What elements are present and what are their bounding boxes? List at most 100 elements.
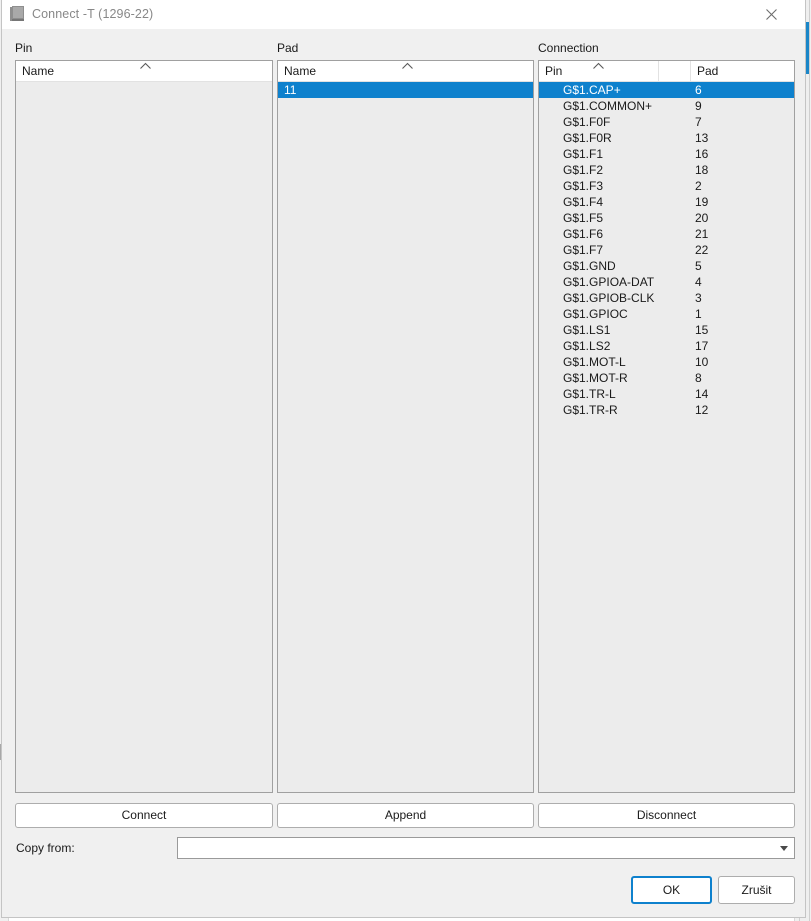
- connection-row-pad: 10: [695, 354, 785, 370]
- table-row[interactable]: G$1.F621: [539, 226, 794, 242]
- table-row[interactable]: G$1.TR-R12: [539, 402, 794, 418]
- connection-row-pad: 6: [695, 82, 785, 98]
- table-row[interactable]: G$1.F722: [539, 242, 794, 258]
- connection-row-pad: 5: [695, 258, 785, 274]
- table-row[interactable]: G$1.MOT-L10: [539, 354, 794, 370]
- connection-row-pin: G$1.F5: [539, 210, 708, 226]
- pad-list[interactable]: Name 11: [277, 60, 534, 793]
- table-row[interactable]: G$1.LS115: [539, 322, 794, 338]
- table-row[interactable]: G$1.F419: [539, 194, 794, 210]
- connection-column-header-pad[interactable]: Pad: [691, 61, 794, 81]
- connection-row-pad: 15: [695, 322, 785, 338]
- table-row[interactable]: G$1.F0F7: [539, 114, 794, 130]
- connection-list-header: Pin Pad: [539, 61, 794, 82]
- pad-list-body: 11: [278, 82, 533, 98]
- close-icon[interactable]: [750, 0, 794, 29]
- connection-row-pad: 14: [695, 386, 785, 402]
- pin-group-label: Pin: [15, 41, 32, 55]
- connection-row-pad: 19: [695, 194, 785, 210]
- list-item-name: 11: [278, 82, 296, 98]
- table-row[interactable]: G$1.GPIOA-DAT4: [539, 274, 794, 290]
- pin-column-header-name-label: Name: [22, 64, 54, 78]
- pin-list-header: Name: [16, 61, 272, 82]
- connection-row-pin: G$1.GPIOB-CLK: [539, 290, 708, 306]
- connection-row-pin: G$1.F7: [539, 242, 708, 258]
- connection-row-pad: 13: [695, 130, 785, 146]
- list-item[interactable]: 11: [278, 82, 533, 98]
- pad-group-label: Pad: [277, 41, 298, 55]
- connection-row-pin: G$1.LS2: [539, 338, 708, 354]
- connection-row-pad: 1: [695, 306, 785, 322]
- connection-row-pad: 22: [695, 242, 785, 258]
- connection-row-pad: 20: [695, 210, 785, 226]
- table-row[interactable]: G$1.GPIOC1: [539, 306, 794, 322]
- table-row[interactable]: G$1.CAP+6: [539, 82, 794, 98]
- connect-dialog: Connect -T (1296-22) Pin Pad Connection …: [1, 0, 806, 918]
- connection-column-header-pin-label: Pin: [545, 64, 562, 78]
- connection-row-pin: G$1.F2: [539, 162, 708, 178]
- connection-row-pin: G$1.F3: [539, 178, 708, 194]
- pad-column-header-name-label: Name: [284, 64, 316, 78]
- table-row[interactable]: G$1.F218: [539, 162, 794, 178]
- connection-row-pad: 4: [695, 274, 785, 290]
- pad-list-header: Name: [278, 61, 533, 82]
- table-row[interactable]: G$1.TR-L14: [539, 386, 794, 402]
- connect-button[interactable]: Connect: [15, 803, 273, 828]
- connection-row-pad: 17: [695, 338, 785, 354]
- cancel-button[interactable]: Zrušit: [718, 876, 795, 904]
- book-icon: [10, 6, 25, 22]
- table-row[interactable]: G$1.F32: [539, 178, 794, 194]
- connection-row-pin: G$1.F0F: [539, 114, 708, 130]
- table-row[interactable]: G$1.COMMON+9: [539, 98, 794, 114]
- table-row[interactable]: G$1.F0R13: [539, 130, 794, 146]
- copy-from-label: Copy from:: [16, 841, 75, 855]
- connection-column-header-spacer[interactable]: [659, 61, 691, 81]
- table-row[interactable]: G$1.F520: [539, 210, 794, 226]
- connection-column-header-pin[interactable]: Pin: [539, 61, 659, 81]
- connection-row-pin: G$1.LS1: [539, 322, 708, 338]
- connection-row-pin: G$1.GPIOC: [539, 306, 708, 322]
- dialog-title: Connect -T (1296-22): [32, 7, 153, 21]
- sort-ascending-icon: [592, 62, 605, 70]
- footer-separator: [2, 864, 805, 865]
- connection-row-pad: 12: [695, 402, 785, 418]
- connection-row-pin: G$1.TR-L: [539, 386, 708, 402]
- append-button[interactable]: Append: [277, 803, 534, 828]
- connection-row-pin: G$1.MOT-L: [539, 354, 708, 370]
- connection-column-header-pad-label: Pad: [697, 64, 718, 78]
- connection-row-pin: G$1.CAP+: [539, 82, 708, 98]
- connection-row-pad: 9: [695, 98, 785, 114]
- connection-row-pin: G$1.F0R: [539, 130, 708, 146]
- sort-ascending-icon: [401, 62, 414, 70]
- disconnect-button[interactable]: Disconnect: [538, 803, 795, 828]
- sort-ascending-icon: [139, 62, 152, 70]
- connection-row-pin: G$1.MOT-R: [539, 370, 708, 386]
- connection-list[interactable]: Pin Pad G$1.CAP+6G$1.COMMON+9G$1.F0F7G$1…: [538, 60, 795, 793]
- connection-row-pad: 21: [695, 226, 785, 242]
- connection-group-label: Connection: [538, 41, 599, 55]
- connection-row-pad: 18: [695, 162, 785, 178]
- connection-row-pad: 3: [695, 290, 785, 306]
- connection-row-pad: 16: [695, 146, 785, 162]
- connection-row-pin: G$1.GND: [539, 258, 708, 274]
- connection-row-pin: G$1.GPIOA-DAT: [539, 274, 708, 290]
- table-row[interactable]: G$1.LS217: [539, 338, 794, 354]
- table-row[interactable]: G$1.GPIOB-CLK3: [539, 290, 794, 306]
- table-row[interactable]: G$1.GND5: [539, 258, 794, 274]
- ok-button[interactable]: OK: [631, 876, 712, 904]
- pin-column-header-name[interactable]: Name: [16, 61, 272, 81]
- table-row[interactable]: G$1.F116: [539, 146, 794, 162]
- connection-row-pad: 7: [695, 114, 785, 130]
- copy-from-combobox[interactable]: [177, 837, 795, 859]
- connection-list-body: G$1.CAP+6G$1.COMMON+9G$1.F0F7G$1.F0R13G$…: [539, 82, 794, 418]
- dialog-titlebar: Connect -T (1296-22): [2, 0, 805, 30]
- connection-row-pad: 2: [695, 178, 785, 194]
- connection-row-pad: 8: [695, 370, 785, 386]
- connection-row-pin: G$1.F4: [539, 194, 708, 210]
- connection-row-pin: G$1.F1: [539, 146, 708, 162]
- table-row[interactable]: G$1.MOT-R8: [539, 370, 794, 386]
- chevron-down-icon[interactable]: [780, 846, 788, 851]
- pin-list[interactable]: Name: [15, 60, 273, 793]
- pad-column-header-name[interactable]: Name: [278, 61, 533, 81]
- connection-row-pin: G$1.TR-R: [539, 402, 708, 418]
